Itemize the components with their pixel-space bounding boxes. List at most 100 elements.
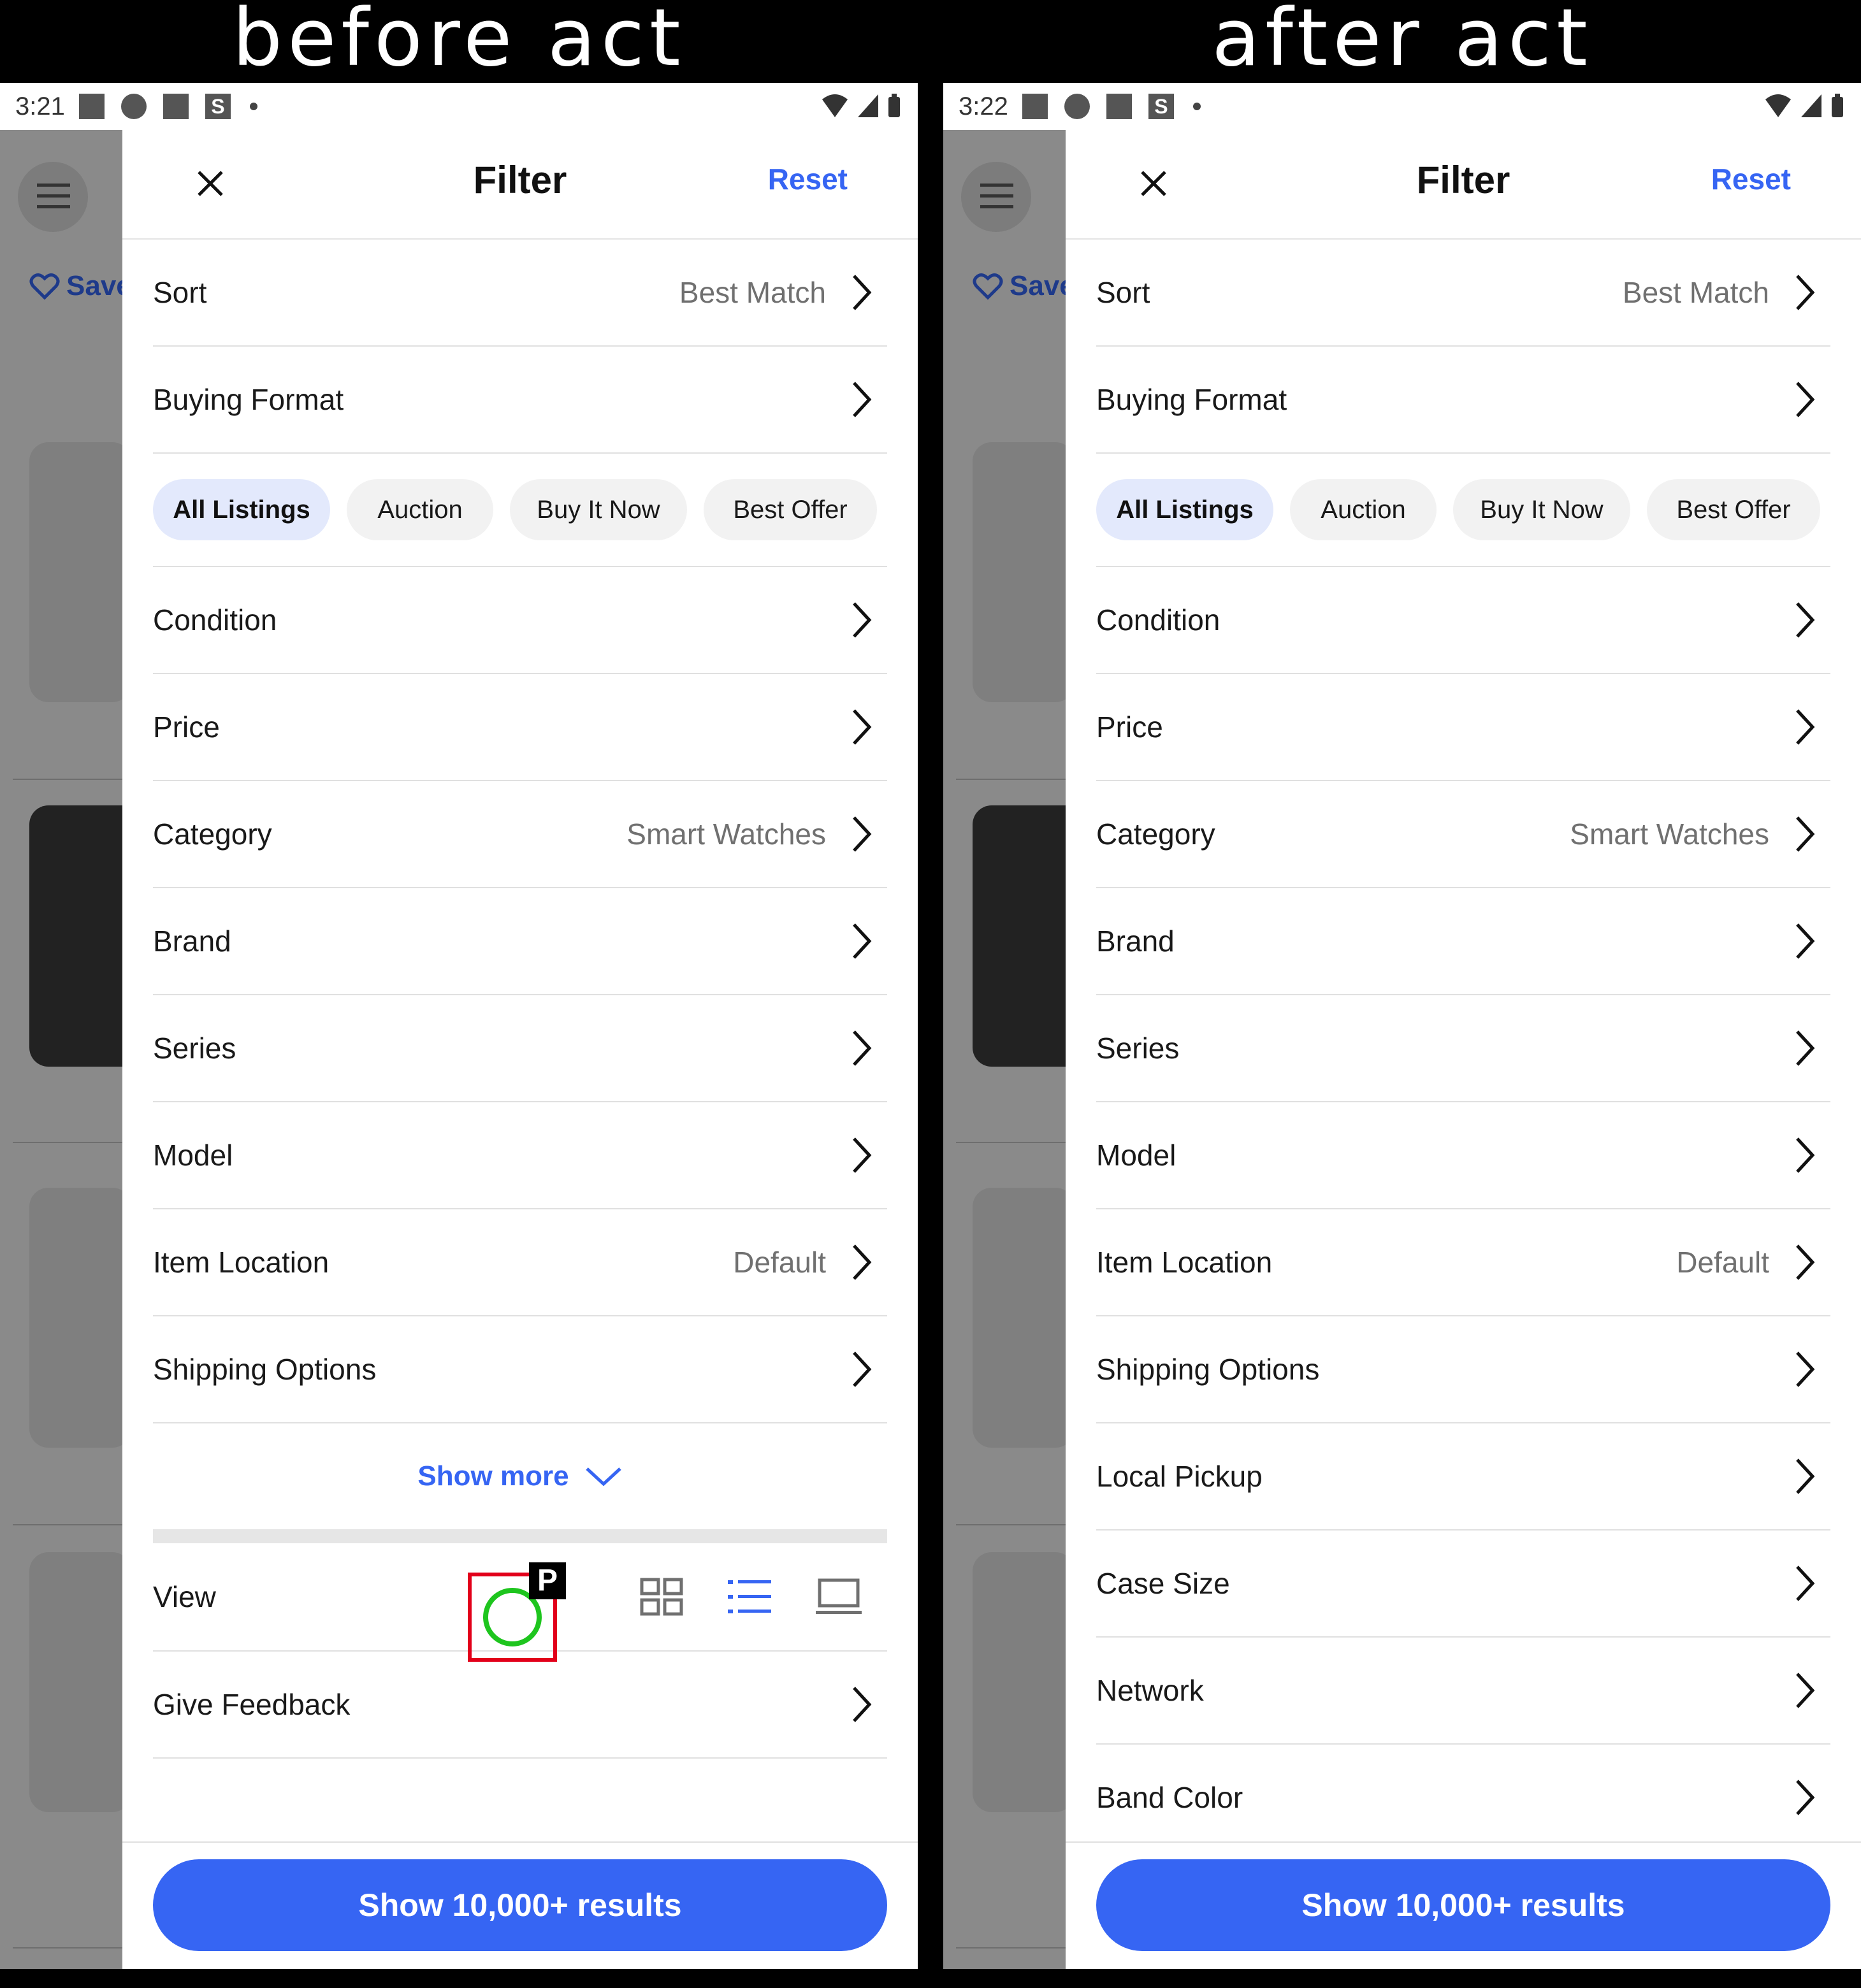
filter-row-series[interactable]: Series (1096, 995, 1830, 1102)
before-screen: 3:21 S Save Filter Reset Sort Best Match… (0, 83, 918, 1969)
notification-icon (1022, 94, 1048, 119)
pill-auction[interactable]: Auction (347, 479, 493, 540)
filter-row-band-color[interactable]: Band Color (1096, 1745, 1830, 1852)
filter-row-case-size[interactable]: Case Size (1096, 1531, 1830, 1638)
save-search-link[interactable]: Save (29, 270, 132, 302)
tap-marker-tag: P (529, 1562, 566, 1599)
list-view-icon[interactable] (728, 1578, 771, 1616)
reset-button[interactable]: Reset (768, 162, 848, 196)
filter-list: Sort Best Match Buying Format All Listin… (1096, 240, 1830, 1871)
filter-row-model[interactable]: Model (1096, 1102, 1830, 1209)
chevron-right-icon (1796, 602, 1815, 638)
bottom-bar: Show 10,000+ results (1066, 1841, 1861, 1969)
notification-s-icon: S (1148, 94, 1174, 119)
wifi-icon (1765, 94, 1791, 117)
filter-row-condition[interactable]: Condition (153, 567, 887, 674)
view-label: View (153, 1580, 216, 1613)
grid-view-icon[interactable] (640, 1578, 683, 1616)
chevron-right-icon (1796, 1566, 1815, 1601)
filter-label: Shipping Options (1096, 1353, 1320, 1386)
filter-row-series[interactable]: Series (153, 995, 887, 1102)
filter-label: Category (1096, 818, 1215, 851)
filter-value: Smart Watches (1570, 818, 1769, 851)
chevron-right-icon (853, 602, 872, 638)
show-results-button[interactable]: Show 10,000+ results (153, 1859, 887, 1951)
chevron-right-icon (853, 816, 872, 852)
filter-row-category[interactable]: Category Smart Watches (1096, 781, 1830, 888)
notification-icon (78, 94, 105, 119)
filter-label: Series (153, 1032, 236, 1065)
chevron-right-icon (1796, 923, 1815, 959)
divider (956, 779, 1071, 780)
filter-label: Price (1096, 710, 1163, 744)
watch-image (973, 805, 1068, 1067)
result-card (29, 1188, 131, 1448)
wifi-icon (822, 94, 848, 117)
filter-row-buying-format[interactable]: Buying Format (1096, 347, 1830, 454)
heart-icon (973, 273, 1003, 300)
filter-label: Item Location (153, 1246, 329, 1279)
status-time: 3:22 (959, 92, 1008, 120)
watch-image (29, 805, 125, 1067)
filter-rows: Condition Price Category Smart Watches Brand… (153, 567, 887, 1423)
result-card (973, 1552, 1075, 1812)
pill-best-offer[interactable]: Best Offer (1647, 479, 1820, 540)
search-results-backdrop: Save (943, 130, 1075, 1969)
save-search-link[interactable]: Save (973, 270, 1075, 302)
pill-buy-it-now[interactable]: Buy It Now (1453, 479, 1630, 540)
filter-row-network[interactable]: Network (1096, 1638, 1830, 1745)
filter-sheet: Filter Reset Sort Best Match Buying Form… (1066, 130, 1861, 1969)
filter-value: Smart Watches (626, 818, 826, 851)
battery-icon (1832, 94, 1843, 117)
pill-best-offer[interactable]: Best Offer (704, 479, 877, 540)
notification-dot-icon (249, 103, 257, 110)
filter-row-item-location[interactable]: Item Location Default (153, 1209, 887, 1316)
pill-all-listings[interactable]: All Listings (1096, 479, 1273, 540)
heart-icon (29, 273, 60, 300)
filter-value: Best Match (1622, 276, 1769, 309)
chevron-right-icon (853, 923, 872, 959)
filter-row-shipping-options[interactable]: Shipping Options (1096, 1316, 1830, 1423)
divider (956, 1524, 1071, 1525)
filter-row-sort[interactable]: Sort Best Match (1096, 240, 1830, 347)
chevron-right-icon (1796, 1030, 1815, 1066)
filter-row-give-feedback[interactable]: Give Feedback (153, 1652, 887, 1759)
filter-row-buying-format[interactable]: Buying Format (153, 347, 887, 454)
filter-label: Case Size (1096, 1567, 1230, 1600)
filter-label: Brand (1096, 925, 1175, 958)
gallery-view-icon[interactable] (816, 1578, 862, 1616)
chevron-right-icon (1796, 1673, 1815, 1708)
filter-value: Default (1676, 1246, 1769, 1279)
menu-button[interactable] (961, 162, 1031, 232)
menu-button[interactable] (18, 162, 88, 232)
menu-icon (980, 184, 1013, 208)
signal-icon (1801, 94, 1821, 117)
filter-label: Band Color (1096, 1781, 1243, 1814)
filter-row-price[interactable]: Price (153, 674, 887, 781)
filter-row-item-location[interactable]: Item Location Default (1096, 1209, 1830, 1316)
filter-row-price[interactable]: Price (1096, 674, 1830, 781)
show-results-button[interactable]: Show 10,000+ results (1096, 1859, 1830, 1951)
pill-buy-it-now[interactable]: Buy It Now (510, 479, 687, 540)
filter-row-brand[interactable]: Brand (1096, 888, 1830, 995)
filter-row-sort[interactable]: Sort Best Match (153, 240, 887, 347)
signal-icon (858, 94, 878, 117)
pill-all-listings[interactable]: All Listings (153, 479, 330, 540)
chevron-right-icon (1796, 709, 1815, 745)
chevron-right-icon (853, 1030, 872, 1066)
filter-row-shipping-options[interactable]: Shipping Options (153, 1316, 887, 1423)
filter-row-condition[interactable]: Condition (1096, 567, 1830, 674)
show-more-button[interactable]: Show more (153, 1423, 887, 1529)
filter-row-local-pickup[interactable]: Local Pickup (1096, 1423, 1830, 1531)
chevron-right-icon (1796, 1351, 1815, 1387)
chevron-right-icon (853, 709, 872, 745)
filter-row-brand[interactable]: Brand (153, 888, 887, 995)
pill-auction[interactable]: Auction (1290, 479, 1437, 540)
chevron-right-icon (1796, 275, 1815, 310)
reset-button[interactable]: Reset (1711, 162, 1791, 196)
divider (13, 1142, 127, 1143)
divider (13, 1947, 127, 1948)
filter-row-model[interactable]: Model (153, 1102, 887, 1209)
frame-bottom (0, 1969, 1861, 1988)
filter-row-category[interactable]: Category Smart Watches (153, 781, 887, 888)
